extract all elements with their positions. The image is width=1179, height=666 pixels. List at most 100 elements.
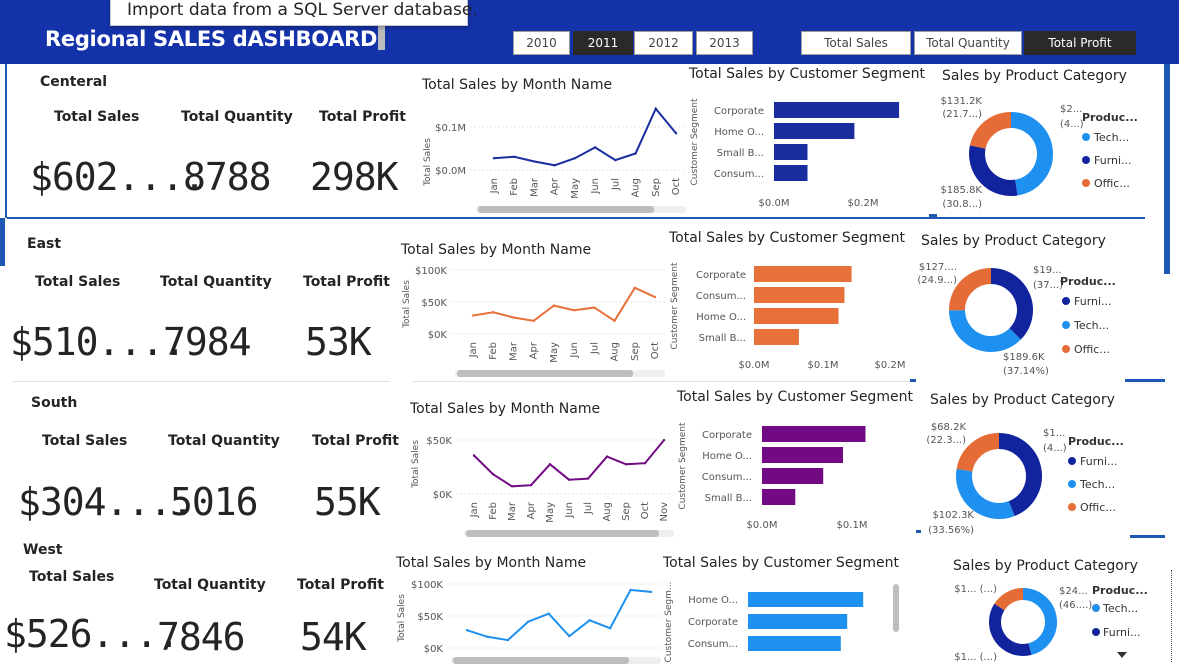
measure-slicer-total-quantity[interactable]: Total Quantity: [914, 31, 1022, 55]
legend-title: Produc...: [1092, 584, 1148, 597]
bar-chart-south: Customer Segment $0.0M $0.1M Corporate Ho…: [678, 422, 868, 531]
donut-slice[interactable]: [956, 433, 1000, 472]
kpi-value-profit: 298K: [310, 155, 399, 199]
data-point: [613, 319, 616, 322]
x-tick-label: Sep: [621, 502, 632, 521]
kpi-label-profit: Total Profit: [312, 433, 399, 449]
bar[interactable]: [762, 468, 824, 484]
kpi-value-sales: $602....: [30, 155, 206, 199]
x-tick-label: $0.0M: [747, 520, 778, 531]
legend-scroll-down-icon[interactable]: [1117, 652, 1127, 658]
x-tick-label: $0.1M: [837, 520, 868, 531]
year-slicer-2012[interactable]: 2012: [634, 31, 693, 55]
measure-slicer-total-sales[interactable]: Total Sales: [801, 31, 911, 55]
x-tick-label: Jun: [564, 502, 575, 519]
y-axis-label: Total Sales: [411, 440, 421, 489]
bar[interactable]: [762, 447, 843, 463]
donut-slice[interactable]: [989, 603, 1032, 656]
donut-slice[interactable]: [1022, 588, 1057, 655]
y-tick-label: Corporate: [696, 270, 746, 281]
chart-title-category: Sales by Product Category: [930, 392, 1115, 408]
x-tick-label: $0.0M: [759, 198, 790, 209]
chart-title-segment: Total Sales by Customer Segment: [689, 66, 925, 82]
legend-item: Tech...: [1079, 478, 1115, 491]
donut-label: (30.8...): [942, 199, 982, 210]
series-line: [472, 286, 656, 323]
donut-slice[interactable]: [998, 433, 1042, 517]
kpi-label-profit: Total Profit: [319, 109, 406, 125]
scrollbar-thumb[interactable]: [457, 370, 633, 377]
bar[interactable]: [762, 426, 866, 442]
kpi-label-sales: Total Sales: [42, 433, 128, 449]
y-tick-label: $100K: [415, 266, 447, 277]
x-tick-label: Nov: [659, 502, 670, 522]
donut-slice[interactable]: [990, 268, 1033, 340]
x-tick-label: Jan: [468, 342, 479, 358]
bar[interactable]: [748, 592, 864, 607]
donut-slice[interactable]: [1010, 112, 1053, 196]
donut-slice[interactable]: [956, 468, 1015, 519]
donut-label: (24.9...): [917, 275, 957, 286]
bar[interactable]: [774, 123, 855, 139]
donut-label: $131.2K: [940, 96, 982, 107]
year-slicer-2013[interactable]: 2013: [696, 31, 753, 55]
vertical-scrollbar[interactable]: [1164, 64, 1170, 274]
donut-slice[interactable]: [949, 309, 1021, 352]
scrollbar-thumb[interactable]: [466, 530, 659, 537]
donut-label: $19...: [1033, 265, 1062, 276]
bar[interactable]: [754, 329, 799, 345]
kpi-divider: [12, 381, 390, 382]
x-tick-label: May: [570, 178, 581, 199]
title-scroll-handle[interactable]: [378, 26, 385, 50]
year-slicer-2010[interactable]: 2010: [513, 31, 570, 55]
bar[interactable]: [748, 614, 848, 629]
section-divider-east: [412, 381, 912, 382]
donut-label: (33.56%): [928, 525, 974, 536]
scrollbar-thumb[interactable]: [478, 206, 654, 213]
year-slicer-2011[interactable]: 2011: [573, 31, 633, 55]
kpi-label-quantity: Total Quantity: [160, 274, 272, 290]
legend-marker: [1092, 604, 1100, 612]
bar[interactable]: [774, 144, 808, 160]
x-tick-label: Jun: [590, 178, 601, 195]
data-point: [471, 314, 475, 317]
legend-marker: [1068, 503, 1076, 511]
data-point: [548, 463, 552, 466]
bar[interactable]: [762, 489, 796, 505]
legend-title: Produc...: [1068, 435, 1124, 448]
series-line: [466, 588, 652, 642]
line-chart-central: Total Sales $0.0M $0.1M Jan Feb Mar Apr May J…: [423, 106, 686, 213]
x-tick-label: Sep: [630, 342, 641, 361]
x-tick-label: Jul: [589, 342, 600, 355]
donut-slice[interactable]: [949, 268, 992, 311]
donut-label: (37.14%): [1003, 366, 1049, 377]
data-point: [486, 635, 489, 638]
bar[interactable]: [748, 636, 841, 651]
data-point: [491, 473, 495, 476]
x-tick-label: Sep: [651, 178, 662, 197]
kpi-label-sales: Total Sales: [35, 274, 121, 290]
bar[interactable]: [774, 165, 808, 181]
segment-scrollbar[interactable]: [893, 584, 899, 632]
section-divider-central: [7, 217, 1145, 219]
region-name-west: West: [23, 542, 63, 558]
chart-title-month: Total Sales by Month Name: [410, 401, 601, 417]
scrollbar-thumb[interactable]: [453, 657, 629, 664]
donut-chart-east: $127.... (24.9...) $19... (37...) $189.6…: [917, 262, 1115, 377]
donut-slice[interactable]: [969, 112, 1012, 150]
bar[interactable]: [754, 266, 852, 282]
donut-label: $127....: [919, 262, 957, 273]
donut-label: $1... (...): [954, 652, 997, 663]
measure-slicer-total-profit[interactable]: Total Profit: [1024, 31, 1136, 55]
kpi-value-sales: $510....: [10, 320, 186, 364]
bar[interactable]: [754, 308, 839, 324]
x-tick-label: Aug: [631, 178, 642, 198]
bar-chart-west: Customer Segm... Home O... Corporate Consu…: [664, 582, 899, 662]
y-tick-label: Consum...: [696, 291, 746, 302]
chart-title-month: Total Sales by Month Name: [401, 242, 592, 258]
data-point: [492, 157, 496, 160]
donut-slice[interactable]: [969, 145, 1018, 196]
donut-slice[interactable]: [994, 588, 1024, 611]
bar[interactable]: [774, 102, 900, 118]
bar[interactable]: [754, 287, 845, 303]
